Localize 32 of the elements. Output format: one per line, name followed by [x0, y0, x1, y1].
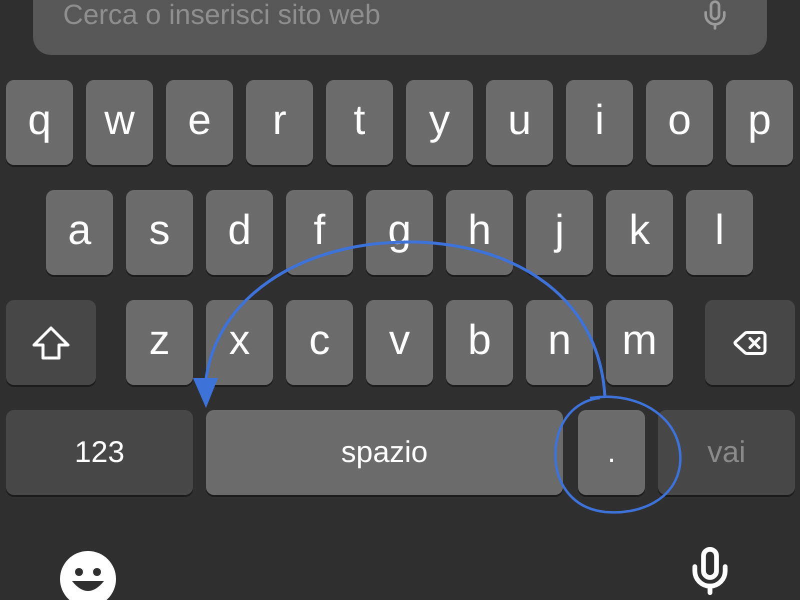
letter-key[interactable]: a — [46, 190, 113, 275]
letter-key[interactable]: s — [126, 190, 193, 275]
letter-key[interactable]: b — [446, 300, 513, 385]
letter-key[interactable]: j — [526, 190, 593, 275]
letter-key[interactable]: m — [606, 300, 673, 385]
letter-key[interactable]: q — [6, 80, 73, 165]
letter-key[interactable]: l — [686, 190, 753, 275]
letter-key[interactable]: t — [326, 80, 393, 165]
letter-key[interactable]: w — [86, 80, 153, 165]
letter-key[interactable]: h — [446, 190, 513, 275]
letter-key[interactable]: c — [286, 300, 353, 385]
letter-key[interactable]: r — [246, 80, 313, 165]
letter-key[interactable]: e — [166, 80, 233, 165]
shift-icon — [30, 324, 72, 360]
letter-key[interactable]: z — [126, 300, 193, 385]
shift-key[interactable] — [6, 300, 96, 385]
space-key[interactable]: spazio — [206, 410, 563, 495]
letter-key[interactable]: p — [726, 80, 793, 165]
letter-key[interactable]: x — [206, 300, 273, 385]
letter-key[interactable]: v — [366, 300, 433, 385]
letter-key[interactable]: f — [286, 190, 353, 275]
delete-key[interactable] — [705, 300, 795, 385]
numbers-key[interactable]: 123 — [6, 410, 193, 495]
letter-key[interactable]: d — [206, 190, 273, 275]
letter-key[interactable]: k — [606, 190, 673, 275]
letter-key[interactable]: u — [486, 80, 553, 165]
letter-key[interactable]: o — [646, 80, 713, 165]
emoji-icon[interactable] — [60, 551, 116, 600]
letter-key[interactable]: n — [526, 300, 593, 385]
letter-key[interactable]: y — [406, 80, 473, 165]
period-key[interactable]: . — [578, 410, 645, 495]
letter-key[interactable]: i — [566, 80, 633, 165]
